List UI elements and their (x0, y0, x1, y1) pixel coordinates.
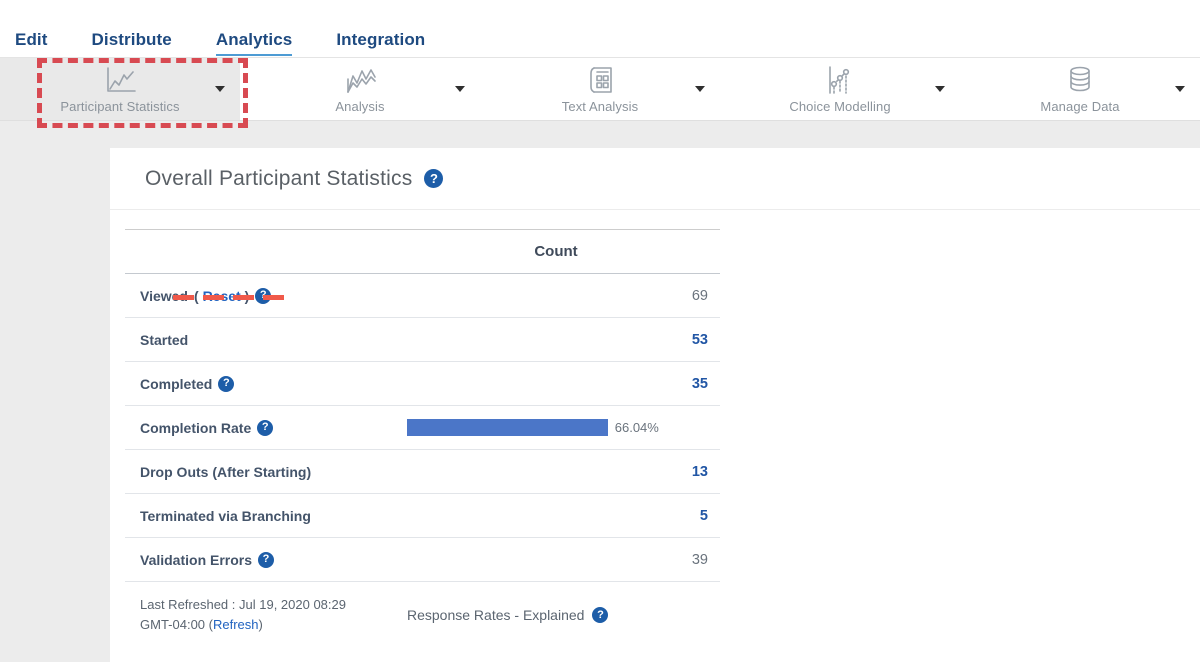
row-value-cell: 69 (392, 288, 720, 304)
row-value-cell: 53 (392, 332, 720, 348)
chevron-down-icon[interactable] (695, 86, 705, 92)
toolbar-item-label: Participant Statistics (60, 99, 179, 114)
row-label-cell: Completed (125, 376, 392, 392)
database-icon (1065, 65, 1095, 95)
reset-link[interactable]: Reset (203, 288, 241, 304)
line-chart-icon (103, 65, 137, 95)
row-value-cell: 35 (392, 376, 720, 392)
toolbar-item-label: Analysis (335, 99, 384, 114)
toolbar-item-participant-statistics[interactable]: Participant Statistics (0, 58, 240, 120)
completion-bar-fill (407, 419, 608, 436)
row-value: 35 (692, 376, 708, 392)
toolbar-item-choice-modelling[interactable]: Choice Modelling (720, 58, 960, 120)
row-value: 69 (692, 288, 708, 304)
row-label-cell: Completion Rate (125, 420, 392, 436)
row-label: Terminated via Branching (140, 508, 311, 524)
toolbar-item-analysis[interactable]: Analysis (240, 58, 480, 120)
table-rows: Viewed ( Reset ) 69 Started 53 Completed (125, 274, 720, 582)
toolbar-item-manage-data[interactable]: Manage Data (960, 58, 1200, 120)
area-chart-icon (343, 65, 377, 95)
panel-header: Overall Participant Statistics (110, 148, 1200, 210)
help-icon[interactable] (424, 169, 443, 188)
nav-item-distribute[interactable]: Distribute (92, 30, 172, 57)
row-label: Validation Errors (140, 552, 252, 568)
row-label-cell: Viewed ( Reset ) (125, 288, 392, 304)
help-icon[interactable] (218, 376, 234, 392)
count-column-header: Count (392, 243, 720, 260)
table-row: Validation Errors 39 (125, 538, 720, 582)
chevron-down-icon[interactable] (455, 86, 465, 92)
row-link-wrap: ( Reset ) (194, 288, 249, 304)
nav-item-integration[interactable]: Integration (336, 30, 425, 57)
toolbar-item-label: Manage Data (1040, 99, 1119, 114)
nav-item-edit[interactable]: Edit (15, 30, 48, 57)
table-row: Started 53 (125, 318, 720, 362)
row-label: Started (140, 332, 188, 348)
last-refreshed-line2-suffix: ) (259, 617, 263, 632)
nav-item-analytics[interactable]: Analytics (216, 30, 293, 56)
scatter-chart-icon (825, 65, 855, 95)
row-label-cell: Terminated via Branching (125, 508, 392, 524)
completion-bar-label: 66.04% (615, 420, 659, 435)
row-value-cell: 5 (392, 508, 720, 524)
help-icon[interactable] (258, 552, 274, 568)
last-refreshed-line1: Last Refreshed : Jul 19, 2020 08:29 (140, 597, 346, 612)
row-value: 53 (692, 332, 708, 348)
chevron-down-icon[interactable] (1175, 86, 1185, 92)
chevron-down-icon[interactable] (215, 86, 225, 92)
top-nav: Edit Distribute Analytics Integration (0, 0, 1200, 57)
toolbar-item-label: Choice Modelling (789, 99, 890, 114)
row-value-cell: 39 (392, 552, 720, 568)
last-refreshed-line2-prefix: GMT-04:00 ( (140, 617, 213, 632)
table-row: Viewed ( Reset ) 69 (125, 274, 720, 318)
table-row: Completion Rate 66.04% (125, 406, 720, 450)
response-rates-label: Response Rates - Explained (407, 607, 584, 623)
participant-stats-table: Count Viewed ( Reset ) 69 Started 53 C (125, 229, 720, 635)
row-label: Drop Outs (After Starting) (140, 464, 311, 480)
table-row: Terminated via Branching 5 (125, 494, 720, 538)
document-grid-icon (585, 65, 615, 95)
help-icon[interactable] (592, 607, 608, 623)
row-label: Viewed (140, 288, 188, 304)
row-value-cell: 13 (392, 464, 720, 480)
analytics-toolbar: Participant Statistics Analysis (0, 57, 1200, 121)
help-icon[interactable] (257, 420, 273, 436)
help-icon[interactable] (255, 288, 271, 304)
table-footer: Last Refreshed : Jul 19, 2020 08:29 GMT-… (125, 582, 720, 635)
row-label: Completed (140, 376, 212, 392)
row-value: 13 (692, 464, 708, 480)
chevron-down-icon[interactable] (935, 86, 945, 92)
content-panel: Overall Participant Statistics Count Vie… (110, 148, 1200, 662)
toolbar-item-text-analysis[interactable]: Text Analysis (480, 58, 720, 120)
row-label-cell: Started (125, 332, 392, 348)
page-title: Overall Participant Statistics (145, 167, 412, 191)
row-label-cell: Validation Errors (125, 552, 392, 568)
table-row: Completed 35 (125, 362, 720, 406)
page-background: Overall Participant Statistics Count Vie… (0, 121, 1200, 662)
table-header-row: Count (125, 229, 720, 274)
row-value: 39 (692, 552, 708, 568)
completion-bar: 66.04% (407, 419, 711, 436)
row-value-cell: 66.04% (392, 419, 720, 436)
table-row: Drop Outs (After Starting) 13 (125, 450, 720, 494)
row-label-cell: Drop Outs (After Starting) (125, 464, 392, 480)
refresh-link[interactable]: Refresh (213, 617, 259, 632)
last-refreshed: Last Refreshed : Jul 19, 2020 08:29 GMT-… (125, 595, 392, 635)
response-rates-explained: Response Rates - Explained (392, 595, 720, 635)
row-label: Completion Rate (140, 420, 251, 436)
row-value: 5 (700, 508, 708, 524)
toolbar-item-label: Text Analysis (562, 99, 638, 114)
